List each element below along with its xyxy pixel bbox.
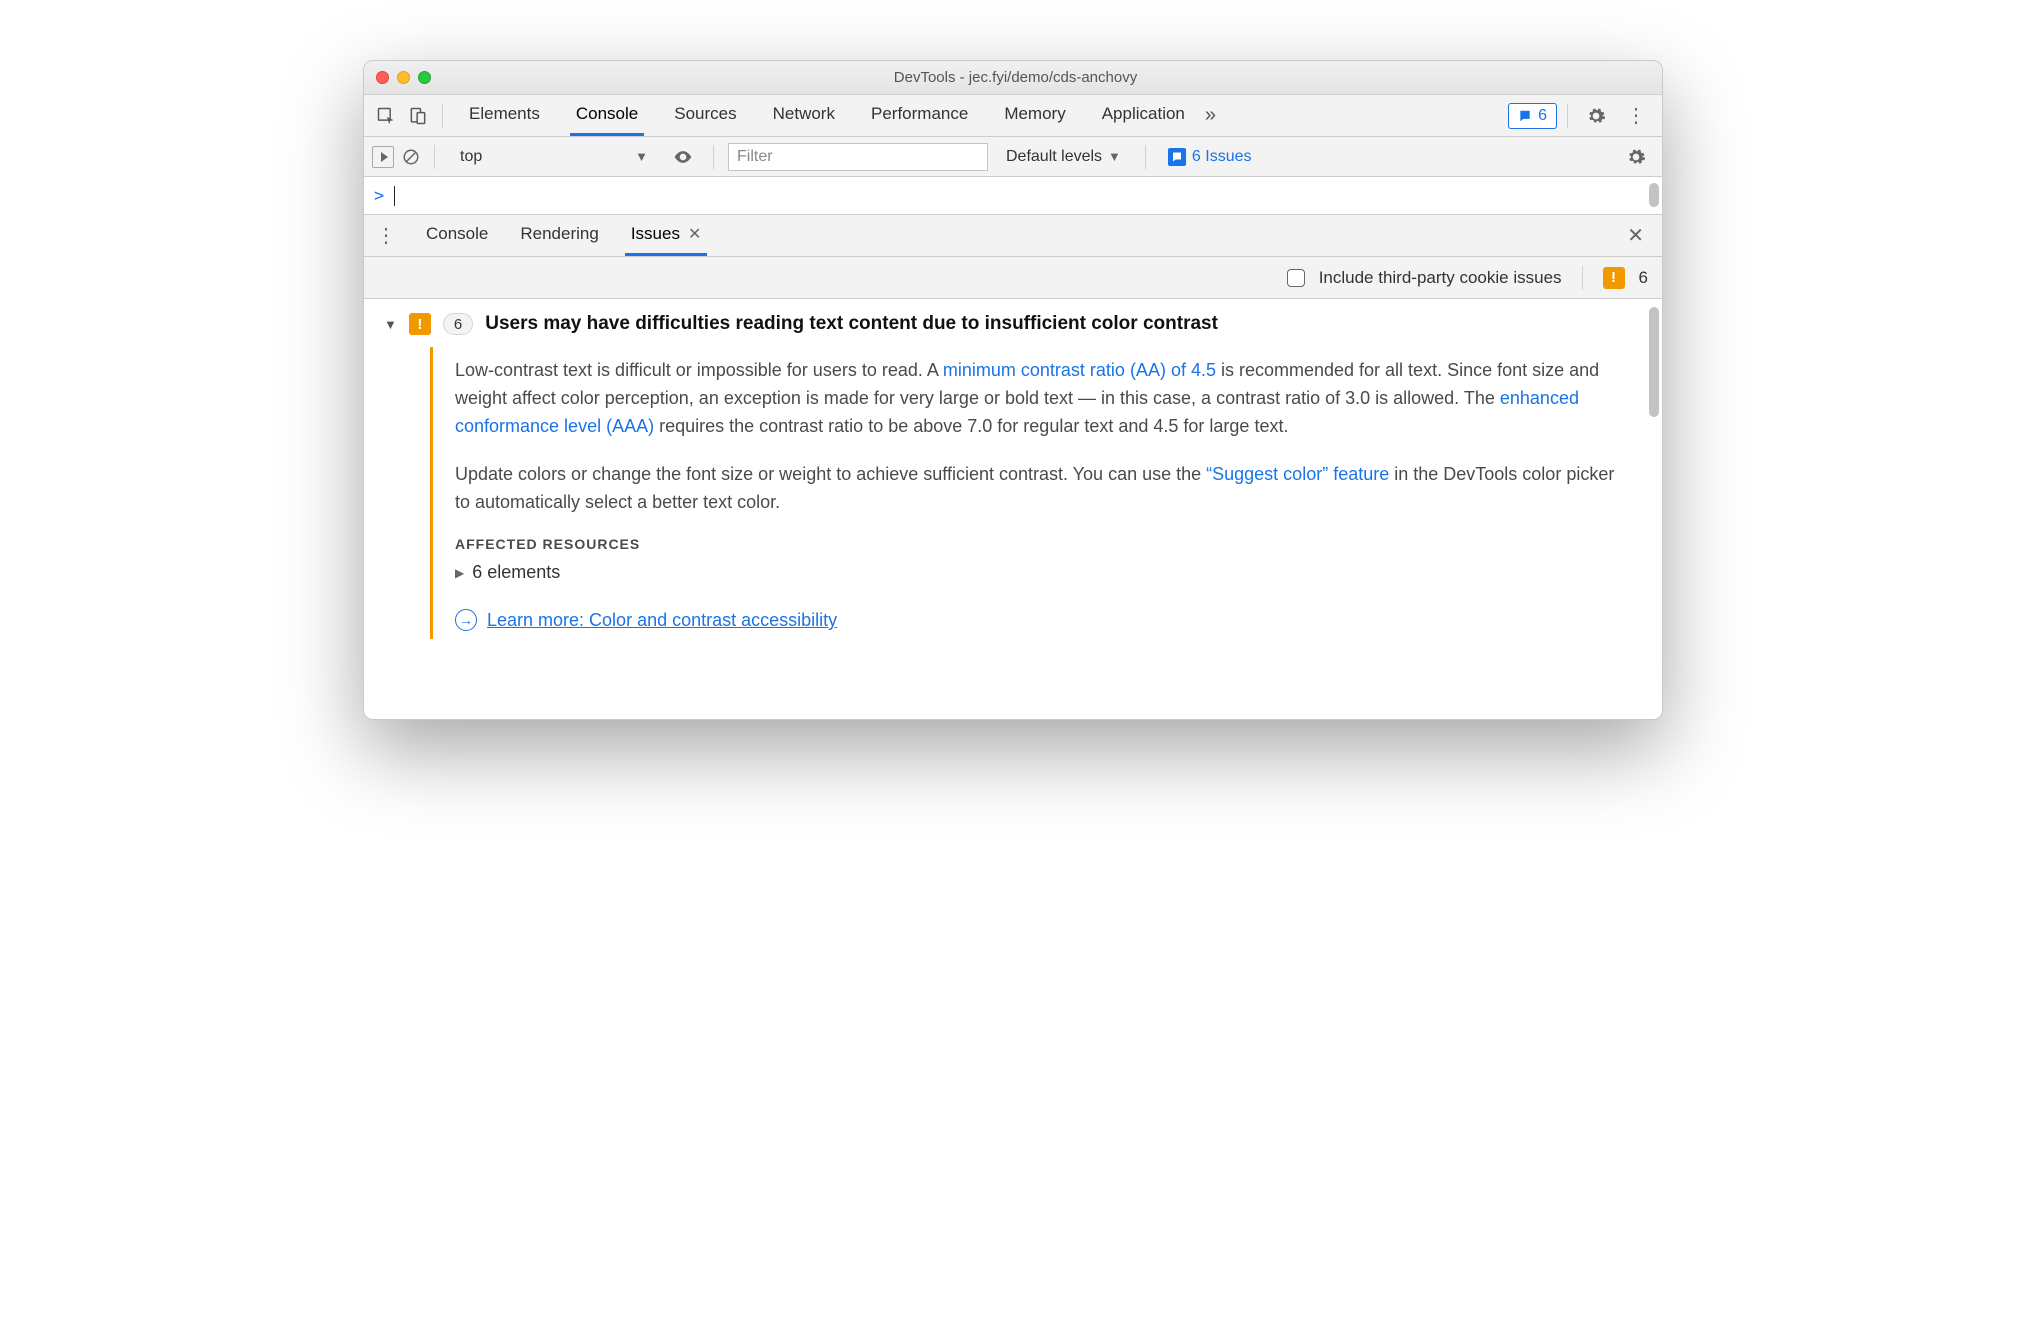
device-toggle-icon[interactable]: [404, 102, 432, 130]
console-settings-icon[interactable]: [1618, 147, 1654, 167]
include-cookies-checkbox[interactable]: [1287, 269, 1305, 287]
tab-network[interactable]: Network: [767, 95, 841, 136]
text-cursor: [394, 186, 395, 206]
window-title: DevTools - jec.fyi/demo/cds-anchovy: [431, 69, 1600, 86]
tab-sources[interactable]: Sources: [668, 95, 742, 136]
settings-icon[interactable]: [1578, 106, 1614, 126]
issue-paragraph-1: Low-contrast text is difficult or imposs…: [455, 357, 1632, 441]
speech-icon: [1168, 148, 1186, 166]
issue-detail: Low-contrast text is difficult or imposs…: [430, 347, 1642, 639]
tab-application[interactable]: Application: [1096, 95, 1191, 136]
clear-console-icon[interactable]: [402, 148, 420, 166]
live-expression-icon[interactable]: [667, 147, 699, 167]
drawer-menu-icon[interactable]: ⋮: [372, 223, 400, 248]
affected-elements-row[interactable]: ▶ 6 elements: [455, 562, 1632, 583]
devtools-window: DevTools - jec.fyi/demo/cds-anchovy Elem…: [363, 60, 1663, 720]
console-filter-bar: top ▼ Default levels ▼ 6 Issues: [364, 137, 1662, 177]
main-toolbar: Elements Console Sources Network Perform…: [364, 95, 1662, 137]
tab-console[interactable]: Console: [570, 95, 644, 136]
warning-icon: !: [1603, 267, 1625, 289]
affected-elements-label: 6 elements: [472, 562, 560, 583]
main-menu-icon[interactable]: ⋮: [1618, 103, 1654, 128]
minimize-window[interactable]: [397, 71, 410, 84]
close-window[interactable]: [376, 71, 389, 84]
filter-input[interactable]: [728, 143, 988, 171]
zoom-window[interactable]: [418, 71, 431, 84]
issues-counter-pill[interactable]: 6: [1508, 103, 1557, 129]
console-prompt[interactable]: >: [364, 177, 1662, 215]
more-tabs-icon[interactable]: »: [1195, 104, 1226, 127]
scrollbar-thumb[interactable]: [1649, 307, 1659, 417]
drawer-tab-rendering[interactable]: Rendering: [514, 215, 604, 256]
context-selector[interactable]: top ▼: [449, 145, 659, 169]
close-drawer-icon[interactable]: ✕: [1617, 223, 1654, 248]
log-levels-label: Default levels: [1006, 148, 1102, 166]
chevron-down-icon: ▼: [635, 149, 648, 164]
issue-count-badge: 6: [443, 313, 473, 335]
tab-performance[interactable]: Performance: [865, 95, 974, 136]
issues-panel: ▼ ! 6 Users may have difficulties readin…: [364, 299, 1662, 719]
warning-icon: !: [409, 313, 431, 335]
include-cookies-label: Include third-party cookie issues: [1319, 268, 1562, 288]
drawer-tabs: ⋮ Console Rendering Issues ✕ ✕: [364, 215, 1662, 257]
disclosure-triangle-icon[interactable]: ▼: [384, 317, 397, 332]
scrollbar-thumb[interactable]: [1649, 183, 1659, 207]
issues-link[interactable]: 6 Issues: [1160, 148, 1260, 166]
issue-header[interactable]: ▼ ! 6 Users may have difficulties readin…: [384, 313, 1642, 335]
window-controls: [376, 71, 431, 84]
inspect-icon[interactable]: [372, 102, 400, 130]
drawer-tab-console[interactable]: Console: [420, 215, 494, 256]
link-suggest-color[interactable]: “Suggest color” feature: [1206, 464, 1389, 484]
log-levels-selector[interactable]: Default levels ▼: [996, 148, 1131, 166]
drawer-tab-issues-label: Issues: [631, 224, 680, 244]
issue-paragraph-2: Update colors or change the font size or…: [455, 461, 1632, 517]
learn-more-link[interactable]: Learn more: Color and contrast accessibi…: [487, 610, 837, 631]
context-selector-value: top: [460, 148, 635, 166]
issues-toolbar: Include third-party cookie issues ! 6: [364, 257, 1662, 299]
execution-context-icon[interactable]: [372, 146, 394, 168]
titlebar: DevTools - jec.fyi/demo/cds-anchovy: [364, 61, 1662, 95]
tab-memory[interactable]: Memory: [998, 95, 1071, 136]
issues-total-count: 6: [1639, 268, 1648, 288]
panel-tabs: Elements Console Sources Network Perform…: [463, 95, 1191, 136]
close-tab-icon[interactable]: ✕: [688, 224, 701, 244]
link-min-contrast-aa[interactable]: minimum contrast ratio (AA) of 4.5: [943, 360, 1216, 380]
tab-elements[interactable]: Elements: [463, 95, 546, 136]
learn-more-row: → Learn more: Color and contrast accessi…: [455, 609, 1632, 631]
disclosure-triangle-icon: ▶: [455, 566, 464, 580]
chevron-right-icon: >: [374, 186, 384, 206]
arrow-circle-icon: →: [455, 609, 477, 631]
drawer-tab-issues[interactable]: Issues ✕: [625, 215, 708, 256]
issues-link-label: 6 Issues: [1192, 148, 1252, 166]
issues-counter-value: 6: [1538, 107, 1547, 125]
chevron-down-icon: ▼: [1108, 149, 1121, 164]
affected-resources-heading: AFFECTED RESOURCES: [455, 536, 1632, 552]
issue-title: Users may have difficulties reading text…: [485, 313, 1218, 335]
